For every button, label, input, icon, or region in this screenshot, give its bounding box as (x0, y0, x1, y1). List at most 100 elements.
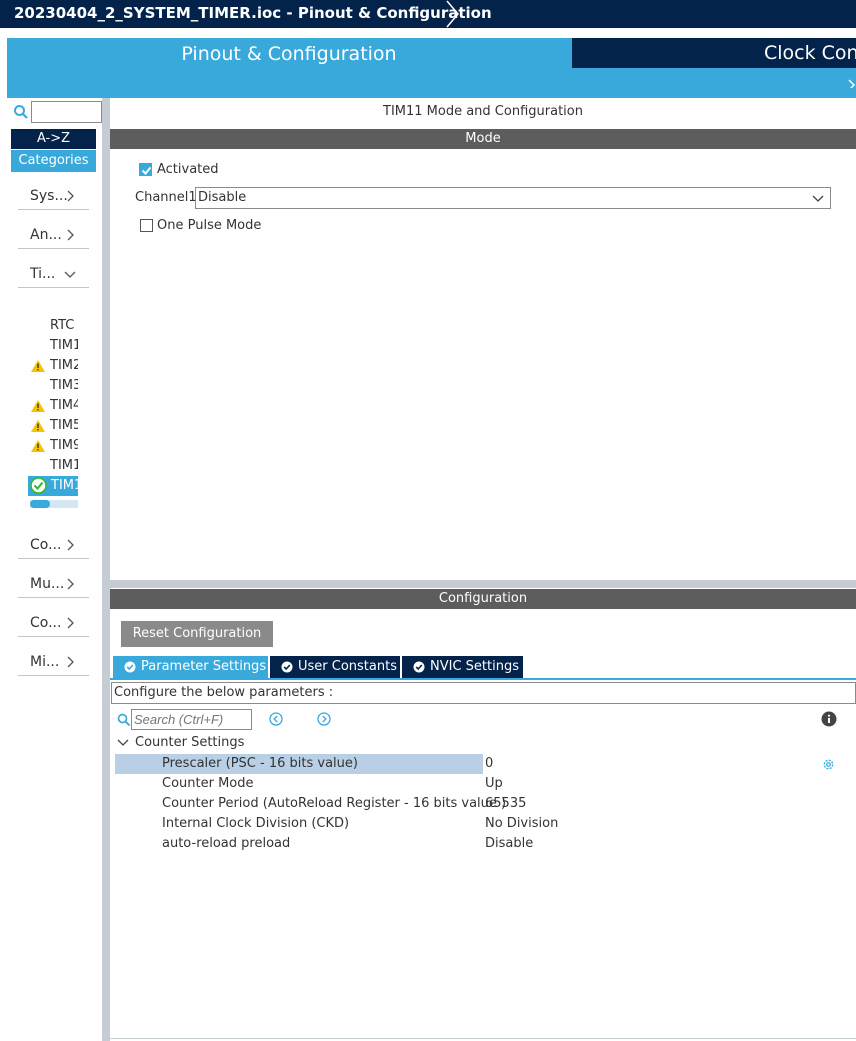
one-pulse-mode-label: One Pulse Mode (157, 218, 262, 233)
param-name: auto-reload preload (162, 836, 291, 851)
chevron-down-icon (117, 739, 129, 746)
category-middleware[interactable]: Mi... (18, 654, 89, 676)
chevron-down-icon[interactable] (848, 78, 856, 88)
tab-clock-configuration[interactable]: Clock Configuration (572, 38, 856, 68)
timer-label: TIM9 (50, 438, 78, 453)
warning-icon (31, 440, 45, 452)
panel-splitter[interactable] (102, 98, 110, 1041)
scrollbar-thumb[interactable] (30, 500, 50, 508)
warning-icon (31, 400, 45, 412)
param-name: Prescaler (PSC - 16 bits value) (162, 756, 358, 771)
timer-label: TIM4 (50, 398, 78, 413)
param-row-prescaler[interactable]: Prescaler (PSC - 16 bits value) 0 (115, 754, 856, 774)
chevron-right-icon (67, 539, 74, 551)
category-label: Co... (30, 615, 62, 631)
sort-az-button[interactable]: A->Z (11, 129, 96, 149)
parameter-search-input[interactable] (131, 709, 252, 730)
tab-label: User Constants (298, 659, 397, 674)
category-label: Ti... (30, 266, 56, 282)
timer-list: RTC TIM1 TIM2 TIM3 TIM4 TIM5 TIM9 TIM1 T… (28, 316, 83, 496)
list-item-tim4[interactable]: TIM4 (28, 396, 83, 416)
configuration-section-header: Configuration (110, 589, 856, 609)
activated-checkbox[interactable] (139, 163, 152, 176)
category-label: Co... (30, 537, 62, 553)
activated-label: Activated (157, 162, 219, 177)
param-value[interactable]: Up (485, 776, 503, 791)
section-splitter[interactable] (110, 580, 856, 588)
chevron-right-icon (67, 656, 74, 668)
chevron-right-icon (67, 578, 74, 590)
search-icon (117, 713, 131, 727)
channel1-value: Disable (198, 190, 247, 205)
category-label: An... (30, 227, 62, 243)
previous-result-icon[interactable] (269, 712, 283, 726)
info-icon[interactable] (821, 711, 837, 727)
tab-nvic-settings[interactable]: NVIC Settings (402, 656, 523, 678)
param-name: Counter Period (AutoReload Register - 16… (162, 796, 507, 811)
group-label: Counter Settings (135, 735, 245, 750)
param-value[interactable]: No Division (485, 816, 558, 831)
title-bar: 20230404_2_SYSTEM_TIMER.ioc - Pinout & C… (0, 0, 856, 28)
gear-icon[interactable] (822, 758, 835, 771)
one-pulse-mode-checkbox[interactable] (140, 219, 153, 232)
chevron-down-icon (812, 195, 824, 202)
chevron-right-icon (67, 190, 74, 202)
timer-label: TIM1 (50, 478, 78, 493)
list-item-tim2[interactable]: TIM2 (28, 356, 83, 376)
tab-label: NVIC Settings (430, 659, 519, 674)
param-row-auto-reload-preload[interactable]: auto-reload preload Disable (115, 834, 856, 854)
search-icon (14, 105, 28, 119)
list-item-tim3[interactable]: TIM3 (28, 376, 83, 396)
category-connectivity[interactable]: Co... (18, 537, 89, 559)
tab-underline (110, 678, 856, 680)
tab-user-constants[interactable]: User Constants (270, 656, 400, 678)
checkmark-icon (141, 166, 152, 175)
category-label: Mi... (30, 654, 60, 670)
warning-icon (31, 360, 45, 372)
check-circle-icon (281, 661, 293, 673)
category-system-core[interactable]: Sys... (18, 188, 89, 210)
timer-label: TIM1 (50, 458, 78, 473)
check-circle-icon (413, 661, 425, 673)
param-value[interactable]: 65535 (485, 796, 526, 811)
categories-button[interactable]: Categories (11, 150, 96, 172)
chevron-right-icon (67, 229, 74, 241)
chevron-right-icon (67, 617, 74, 629)
list-item-tim10[interactable]: TIM1 (28, 456, 83, 476)
timer-label: TIM1 (50, 338, 78, 353)
timer-label: TIM5 (50, 418, 78, 433)
channel1-select[interactable]: Disable (195, 187, 831, 209)
reset-configuration-button[interactable]: Reset Configuration (121, 621, 273, 647)
timer-label: RTC (50, 318, 75, 333)
category-timers[interactable]: Ti... (18, 266, 89, 288)
warning-icon (31, 420, 45, 432)
category-label: Sys... (30, 188, 68, 204)
param-value[interactable]: Disable (485, 836, 533, 851)
configuration-description: Configure the below parameters : (111, 682, 856, 704)
list-item-tim9[interactable]: TIM9 (28, 436, 83, 456)
panel-title: TIM11 Mode and Configuration (383, 104, 583, 119)
param-row-counter-period[interactable]: Counter Period (AutoReload Register - 16… (115, 794, 856, 814)
channel1-label: Channel1 (135, 190, 197, 205)
mode-section-header: Mode (110, 129, 856, 149)
chevron-down-icon (64, 271, 76, 278)
param-value[interactable]: 0 (485, 756, 493, 771)
timer-label: TIM3 (50, 378, 78, 393)
list-item-tim11[interactable]: TIM1 (28, 476, 83, 496)
horizontal-scrollbar[interactable] (30, 500, 78, 508)
list-item-tim1[interactable]: TIM1 (28, 336, 83, 356)
window-title: 20230404_2_SYSTEM_TIMER.ioc - Pinout & C… (14, 4, 492, 22)
category-multimedia[interactable]: Mu... (18, 576, 89, 598)
breadcrumb-chevron-icon (446, 0, 459, 28)
category-computing[interactable]: Co... (18, 615, 89, 637)
tab-pinout-configuration[interactable]: Pinout & Configuration (7, 38, 571, 70)
list-item-rtc[interactable]: RTC (28, 316, 83, 336)
tab-parameter-settings[interactable]: Parameter Settings (113, 656, 268, 678)
check-circle-icon (124, 661, 136, 673)
list-item-tim5[interactable]: TIM5 (28, 416, 83, 436)
next-result-icon[interactable] (317, 712, 331, 726)
category-analog[interactable]: An... (18, 227, 89, 249)
param-row-counter-mode[interactable]: Counter Mode Up (115, 774, 856, 794)
param-row-clock-division[interactable]: Internal Clock Division (CKD) No Divisio… (115, 814, 856, 834)
category-search-input[interactable] (31, 101, 102, 123)
